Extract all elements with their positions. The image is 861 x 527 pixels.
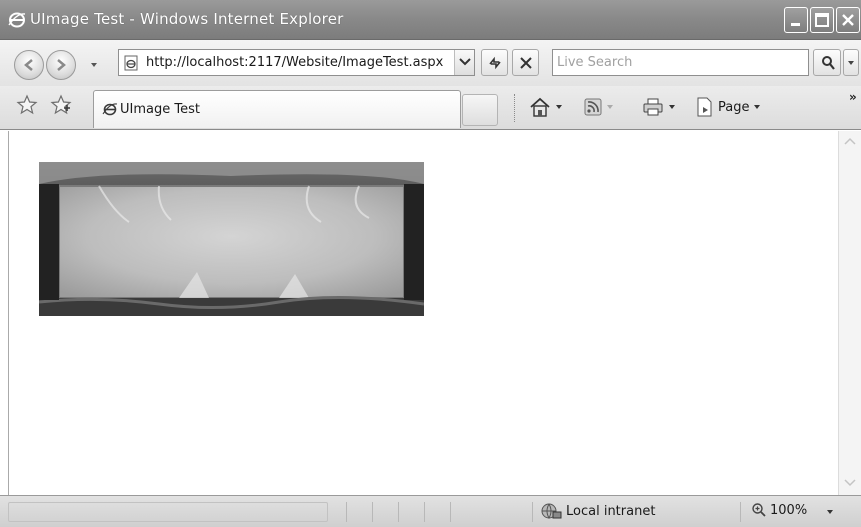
favorites-star-icon[interactable]: [16, 94, 38, 116]
back-arrow-icon: [24, 59, 33, 71]
zoom-control[interactable]: 100%: [751, 502, 807, 518]
navigation-bar: http://localhost:2117/Website/ImageTest.…: [0, 40, 861, 86]
page-menu-button[interactable]: Page: [696, 94, 761, 120]
address-url[interactable]: http://localhost:2117/Website/ImageTest.…: [146, 55, 443, 70]
recent-pages-dropdown[interactable]: [90, 62, 98, 68]
toolbar-separator: [514, 94, 516, 122]
zone-label: Local intranet: [566, 503, 656, 519]
chevron-down-icon[interactable]: [827, 510, 833, 515]
banner-image: [39, 162, 424, 316]
status-divider: [450, 502, 451, 522]
vertical-scrollbar[interactable]: [838, 131, 861, 495]
new-tab-button[interactable]: [462, 94, 498, 126]
address-bar[interactable]: http://localhost:2117/Website/ImageTest.…: [118, 49, 475, 76]
chevron-down-icon: [848, 61, 854, 65]
minimize-icon: [791, 23, 800, 26]
close-button[interactable]: [836, 7, 860, 33]
chevron-down-icon: [556, 104, 562, 109]
chevron-down-icon: [669, 104, 675, 109]
add-favorites-icon[interactable]: [50, 94, 72, 116]
feeds-button[interactable]: [584, 94, 613, 120]
address-dropdown-button[interactable]: [454, 50, 474, 75]
title-bar[interactable]: UImage Test - Windows Internet Explorer: [0, 0, 861, 40]
home-icon: [530, 97, 550, 117]
rss-feed-icon: [584, 98, 602, 116]
intranet-globe-icon: [541, 503, 562, 520]
refresh-icon: [489, 56, 501, 70]
refresh-button[interactable]: [481, 49, 508, 76]
status-divider: [372, 502, 373, 522]
stop-icon: [520, 57, 532, 69]
status-divider: [740, 502, 741, 522]
search-box[interactable]: [552, 49, 809, 76]
chevron-down-icon: [459, 58, 471, 66]
toolbar-overflow-chevron[interactable]: »: [849, 90, 857, 104]
ie-page-icon: [102, 103, 118, 116]
status-divider: [346, 502, 347, 522]
zoom-level: 100%: [770, 502, 808, 518]
page-icon: [124, 55, 138, 71]
tab-uimage-test[interactable]: UImage Test: [93, 90, 461, 128]
page-menu-icon: [697, 97, 712, 117]
close-icon: [842, 14, 854, 26]
tab-label: UImage Test: [120, 102, 200, 117]
page-menu-label: Page: [718, 99, 750, 115]
status-bar: Local intranet 100%: [0, 495, 861, 527]
scroll-down-icon[interactable]: [844, 479, 856, 487]
search-button[interactable]: [813, 49, 841, 76]
security-zone[interactable]: Local intranet: [540, 502, 655, 520]
search-options-button[interactable]: [843, 49, 859, 76]
chevron-down-icon: [607, 104, 613, 109]
scroll-up-icon[interactable]: [844, 137, 856, 145]
magnifier-icon: [822, 56, 835, 70]
print-button[interactable]: [642, 94, 675, 120]
status-divider: [398, 502, 399, 522]
printer-icon: [643, 98, 663, 116]
maximize-icon: [815, 13, 829, 27]
back-button[interactable]: [14, 50, 44, 80]
status-divider: [424, 502, 425, 522]
forward-button[interactable]: [46, 50, 76, 80]
forward-arrow-icon: [57, 59, 66, 71]
window-title: UImage Test - Windows Internet Explorer: [30, 10, 344, 28]
minimize-button[interactable]: [784, 7, 808, 33]
zoom-magnifier-icon: [752, 503, 766, 517]
tab-bar: UImage Test Page »: [0, 86, 861, 130]
search-input[interactable]: [553, 50, 808, 75]
chevron-down-icon: [754, 104, 761, 109]
page-content: [8, 131, 835, 495]
home-button[interactable]: [529, 94, 562, 120]
stop-button[interactable]: [512, 49, 539, 76]
maximize-button[interactable]: [810, 7, 834, 33]
status-text-panel: [8, 502, 328, 522]
ie-logo-icon: [8, 11, 26, 29]
status-divider: [532, 502, 533, 522]
